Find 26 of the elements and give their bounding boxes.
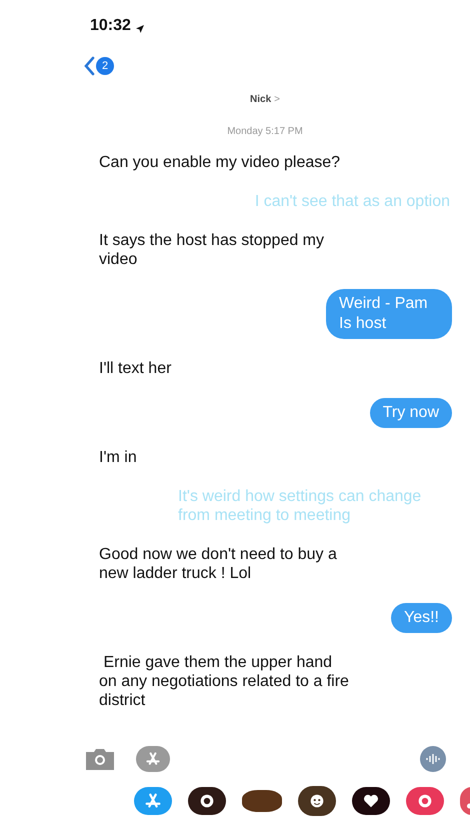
unread-badge: 2 <box>96 57 114 75</box>
camera-icon[interactable] <box>84 747 116 771</box>
app-store-icon[interactable] <box>134 787 172 815</box>
message-text: I can't see that as an option <box>254 192 450 211</box>
message-text: Good now we don't need to buy a new ladder truck ! Lol <box>99 545 338 583</box>
message-text: Can you enable my video please? <box>99 153 340 172</box>
status-time: 10:32 <box>90 16 131 36</box>
message-bubble: Weird - Pam Is host <box>326 289 452 339</box>
contact-name[interactable]: Nick > <box>250 92 280 107</box>
sticker-app-icon[interactable] <box>188 787 226 815</box>
message-bubble: Try now <box>370 398 452 428</box>
face-app-icon[interactable] <box>298 786 336 816</box>
back-chevron-icon <box>84 56 95 76</box>
message-bubble: Yes!! <box>391 603 452 633</box>
message-text: I'm in <box>99 448 137 467</box>
message-text: Ernie gave them the upper hand on any negotiations related to a fire district <box>99 653 350 710</box>
message-text: It's weird how settings can change from meeting to meeting <box>178 487 422 525</box>
message-text: I'll text her <box>99 359 172 378</box>
timestamp: Monday 5:17 PM <box>227 125 303 139</box>
blob-icon[interactable] <box>242 790 282 812</box>
apps-icon[interactable] <box>136 746 170 772</box>
heart-app-icon[interactable] <box>352 787 390 815</box>
location-arrow-icon <box>134 24 145 34</box>
audio-waveform-icon[interactable] <box>420 746 446 772</box>
back-button[interactable]: 2 <box>84 56 114 76</box>
message-text: It says the host has stopped my video <box>99 231 326 269</box>
